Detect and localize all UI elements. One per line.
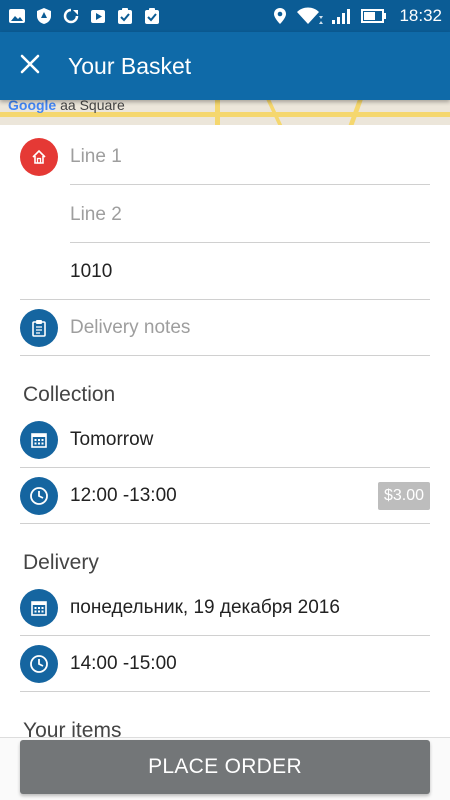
address-line1-row[interactable]: Line 1	[0, 129, 450, 185]
clipboard-check-icon	[116, 7, 134, 25]
bottom-bar: PLACE ORDER	[0, 737, 450, 800]
collection-price-badge: $3.00	[377, 482, 430, 510]
clipboard-icon	[20, 309, 58, 347]
address-line2-input[interactable]: Line 2	[70, 204, 122, 226]
app-bar: Your Basket	[0, 32, 450, 100]
place-order-button[interactable]: PLACE ORDER	[20, 740, 430, 794]
collection-time-row[interactable]: 12:00 -13:00 $3.00	[0, 468, 450, 524]
battery-icon	[361, 7, 387, 25]
address-line2-row[interactable]: Line 2	[0, 187, 450, 243]
close-button[interactable]	[0, 32, 60, 100]
clock-icon	[20, 645, 58, 683]
delivery-heading: Delivery	[23, 551, 99, 574]
delivery-notes-input[interactable]: Delivery notes	[70, 317, 190, 339]
divider	[70, 184, 430, 185]
status-bar: 18:32	[0, 0, 450, 32]
postcode-row[interactable]: 1010	[0, 244, 450, 300]
signal-icon	[331, 7, 353, 25]
address-line1-input[interactable]: Line 1	[70, 146, 122, 168]
postcode-input[interactable]: 1010	[70, 261, 112, 283]
system-icons: 18:32	[271, 6, 442, 26]
basket-form: Line 1 Line 2 1010 Delivery notes Collec…	[0, 125, 450, 737]
delivery-notes-row[interactable]: Delivery notes	[0, 300, 450, 356]
page-title: Your Basket	[68, 52, 192, 79]
delivery-date-value: понедельник, 19 декабря 2016	[70, 597, 340, 618]
clipboard-check-icon	[143, 7, 161, 25]
media-icon	[89, 7, 107, 25]
divider	[70, 242, 430, 243]
calendar-icon	[20, 421, 58, 459]
collection-time-value: 12:00 -13:00	[70, 485, 177, 506]
wifi-icon	[297, 7, 324, 25]
delivery-time-value: 14:00 -15:00	[70, 653, 177, 674]
calendar-icon	[20, 589, 58, 627]
clock-icon	[20, 477, 58, 515]
divider	[20, 523, 430, 524]
notification-icons	[8, 7, 161, 25]
divider	[20, 691, 430, 692]
collection-heading: Collection	[23, 383, 116, 406]
clock-time: 18:32	[399, 6, 442, 25]
shield-icon	[35, 7, 53, 25]
gallery-icon	[8, 7, 26, 25]
collection-date-value: Tomorrow	[70, 429, 154, 450]
items-heading: Your items	[23, 719, 122, 737]
delivery-date-row[interactable]: понедельник, 19 декабря 2016	[0, 580, 450, 636]
divider	[20, 355, 430, 356]
sync-icon	[62, 7, 80, 25]
location-icon	[271, 7, 289, 25]
delivery-time-row[interactable]: 14:00 -15:00	[0, 636, 450, 692]
close-icon	[20, 54, 40, 79]
home-icon	[20, 138, 58, 176]
collection-date-row[interactable]: Tomorrow	[0, 412, 450, 468]
